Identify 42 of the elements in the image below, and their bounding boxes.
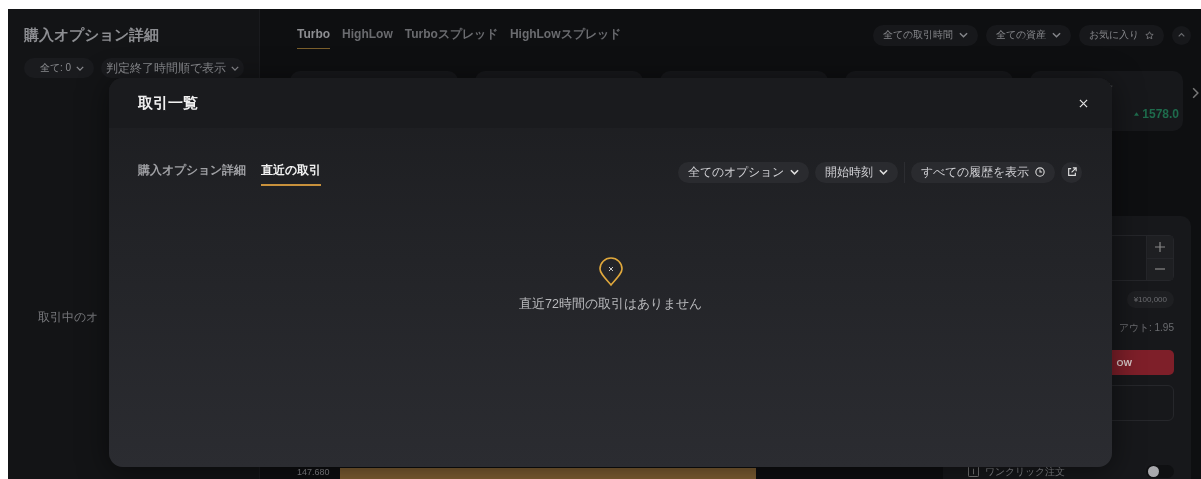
one-click-toggle[interactable] [1146,465,1174,478]
one-click-label: ワンクリック注文 [985,466,1066,477]
axis-label: 147.680 [297,467,330,479]
location-pin-icon [597,257,624,287]
filter-dropdown[interactable]: 全て: 0 [24,58,95,78]
plus-icon [1155,241,1165,252]
product-tab[interactable]: HighLow [342,21,393,49]
empty-message: 取引中のオ [38,309,99,326]
chevron-down-icon [76,65,85,71]
modal-tab[interactable]: 直近の取引 [261,158,321,186]
filter-button[interactable]: 全ての資産 [986,24,1071,46]
increase-button[interactable] [1147,236,1173,258]
chevron-down-icon [790,169,799,175]
amount-preset-button[interactable]: ¥100,000 [1126,291,1174,308]
product-tab[interactable]: HighLowスプレッド [509,21,621,49]
product-tab[interactable]: Turboスプレッド [404,21,498,49]
minus-icon [1155,268,1165,271]
close-icon [1079,98,1088,108]
filter-button[interactable]: 全てのオプション [678,161,809,183]
payout-text: アウト: 1.95 [1117,321,1174,335]
empty-message: 直近72時間の取引はありません [519,296,702,313]
filter-dropdown[interactable]: 判定終了時間順で表示 [101,58,245,78]
caret-up-icon [1134,112,1140,116]
price-change: 1578.0 [1142,107,1179,121]
clock-icon [1035,167,1045,177]
filter-button[interactable]: 全ての取引時間 [873,24,978,46]
modal-tab[interactable]: 購入オプション詳細 [138,158,246,186]
chevron-down-icon [1052,32,1061,38]
product-tab[interactable]: Turbo [297,21,331,49]
panel-title: 購入オプション詳細 [24,26,160,45]
chevron-right-icon[interactable] [1192,87,1199,99]
filter-button[interactable]: お気に入り [1079,24,1164,46]
filter-button[interactable]: 開始時刻 [815,161,898,183]
modal-title: 取引一覧 [138,93,198,113]
chevron-down-icon [959,32,968,38]
decrease-button[interactable] [1147,257,1173,280]
filter-button[interactable]: すべての履歴を表示 [911,161,1055,183]
chevron-up-icon [1178,32,1185,38]
external-link-icon [1066,167,1077,177]
chevron-down-icon [231,65,240,71]
chevron-down-icon [879,169,888,175]
external-link-button[interactable] [1061,161,1082,183]
